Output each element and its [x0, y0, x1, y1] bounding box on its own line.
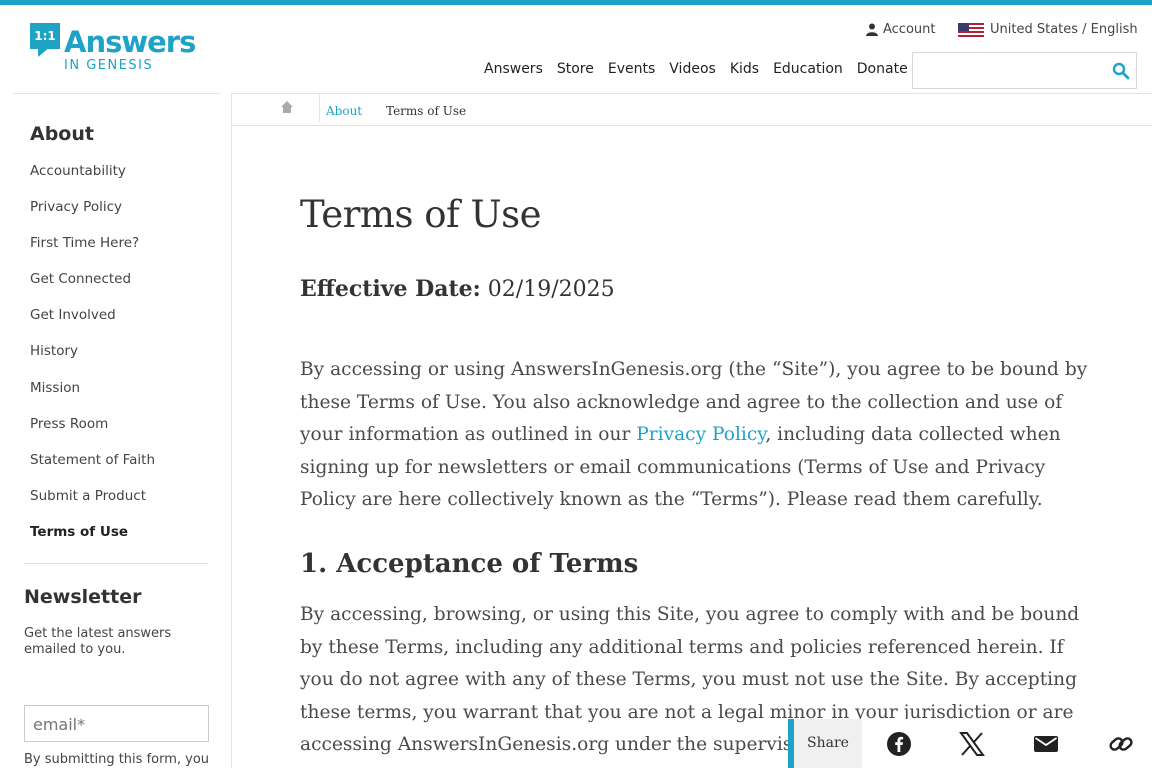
header-divider [13, 93, 220, 94]
breadcrumb-about-link[interactable]: About [326, 104, 362, 118]
nav-videos[interactable]: Videos [669, 61, 716, 77]
breadcrumb-current: Terms of Use [386, 104, 467, 118]
search-box [912, 52, 1137, 89]
section-heading-acceptance: 1. Acceptance of Terms [300, 549, 639, 579]
effective-date-value: 02/19/2025 [487, 277, 615, 302]
logo-mark-tail [38, 47, 50, 57]
nav-kids[interactable]: Kids [730, 61, 759, 77]
privacy-policy-link[interactable]: Privacy Policy [636, 424, 765, 445]
sidebar-item-accountability[interactable]: Accountability [30, 162, 155, 198]
facebook-icon[interactable] [886, 731, 912, 757]
logo-subtitle: IN GENESIS [64, 58, 154, 73]
us-flag-icon [958, 22, 984, 37]
sidebar-item-get-connected[interactable]: Get Connected [30, 270, 155, 306]
email-icon[interactable] [1033, 731, 1059, 757]
newsletter-consent-text: By submitting this form, you [24, 752, 210, 767]
nav-donate[interactable]: Donate [857, 61, 908, 77]
account-label: Account [883, 22, 936, 37]
x-icon[interactable] [959, 731, 985, 757]
share-label: Share [794, 719, 862, 768]
newsletter-title: Newsletter [24, 586, 142, 608]
link-icon[interactable] [1108, 731, 1134, 757]
sidebar-item-get-involved[interactable]: Get Involved [30, 306, 155, 342]
top-accent-bar [0, 0, 1152, 5]
breadcrumb: About Terms of Use [231, 94, 1152, 126]
sidebar-item-mission[interactable]: Mission [30, 379, 155, 415]
page-title: Terms of Use [300, 193, 542, 236]
sidebar-item-terms-of-use[interactable]: Terms of Use [30, 523, 155, 559]
account-link[interactable]: Account [866, 22, 936, 37]
search-icon[interactable] [1112, 62, 1130, 80]
sidebar-item-first-time-here[interactable]: First Time Here? [30, 234, 155, 270]
sidebar-item-press-room[interactable]: Press Room [30, 415, 155, 451]
sidebar-item-privacy-policy[interactable]: Privacy Policy [30, 198, 155, 234]
nav-answers[interactable]: Answers [484, 61, 543, 77]
sidebar-nav: Accountability Privacy Policy First Time… [30, 162, 155, 559]
sidebar-divider [24, 563, 208, 564]
logo-title: Answers [64, 25, 196, 59]
sidebar-item-statement-of-faith[interactable]: Statement of Faith [30, 451, 155, 487]
sidebar-item-history[interactable]: History [30, 342, 155, 378]
share-bar: Share [788, 719, 1152, 768]
nav-store[interactable]: Store [557, 61, 594, 77]
newsletter-email-input[interactable] [33, 712, 198, 736]
user-icon [866, 23, 878, 36]
home-icon[interactable] [280, 100, 294, 114]
search-input[interactable] [921, 61, 1101, 81]
breadcrumb-separator [319, 94, 320, 122]
intro-paragraph: By accessing or using AnswersInGenesis.o… [300, 354, 1090, 517]
nav-events[interactable]: Events [608, 61, 655, 77]
effective-date-label: Effective Date: [300, 276, 481, 302]
main-nav: Answers Store Events Videos Kids Educati… [484, 61, 922, 77]
sidebar-item-submit-a-product[interactable]: Submit a Product [30, 487, 155, 523]
logo-mark: 1:1 [30, 23, 60, 49]
effective-date: Effective Date: 02/19/2025 [300, 276, 615, 302]
nav-education[interactable]: Education [773, 61, 843, 77]
language-label: United States / English [990, 22, 1138, 37]
newsletter-email-box [24, 705, 209, 742]
language-selector[interactable]: United States / English [958, 22, 1138, 37]
sidebar-title: About [30, 123, 94, 145]
site-logo[interactable]: 1:1 Answers IN GENESIS [30, 23, 200, 75]
newsletter-description: Get the latest answers emailed to you. [24, 626, 172, 657]
